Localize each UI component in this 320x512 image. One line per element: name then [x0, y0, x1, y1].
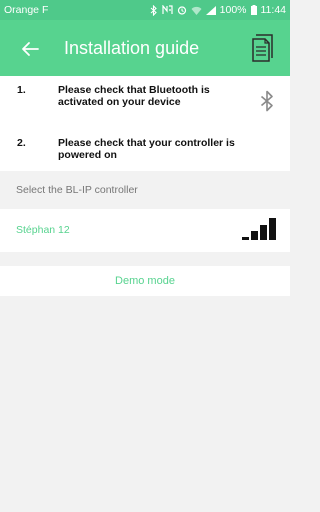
app-bar: Installation guide	[0, 20, 290, 76]
controller-name: Stéphan 12	[16, 224, 70, 236]
controller-list-item[interactable]: Stéphan 12	[0, 209, 290, 252]
bluetooth-icon	[260, 90, 273, 112]
demo-mode-button[interactable]: Demo mode	[0, 266, 290, 296]
section-title: Select the BL-IP controller	[16, 184, 138, 196]
document-copy-icon[interactable]	[250, 33, 278, 63]
alarm-icon	[177, 5, 187, 15]
arrow-left-icon[interactable]	[18, 37, 42, 61]
demo-mode-label: Demo mode	[115, 275, 175, 287]
cell-signal-icon	[205, 5, 216, 15]
status-bar: Orange F 100% 11:44	[0, 0, 290, 20]
battery-percent: 100%	[219, 4, 247, 16]
clock: 11:44	[260, 4, 287, 16]
bluetooth-status-icon	[150, 4, 158, 16]
step-text: Please check that Bluetooth is activated…	[58, 84, 210, 108]
controller-section-header: Select the BL-IP controller	[0, 171, 290, 209]
step-number: 1.	[17, 84, 26, 96]
step-text: Please check that your controller is pow…	[58, 137, 235, 161]
carrier-name: Orange F	[4, 4, 49, 16]
signal-strength-icon	[242, 218, 276, 240]
wifi-icon	[191, 6, 202, 15]
status-icons: 100% 11:44	[150, 4, 286, 16]
steps-panel: 1. Please check that Bluetooth is activa…	[0, 76, 290, 171]
nfc-icon	[162, 5, 173, 15]
battery-icon	[250, 5, 257, 15]
step-number: 2.	[17, 137, 26, 149]
page-title: Installation guide	[64, 38, 200, 58]
